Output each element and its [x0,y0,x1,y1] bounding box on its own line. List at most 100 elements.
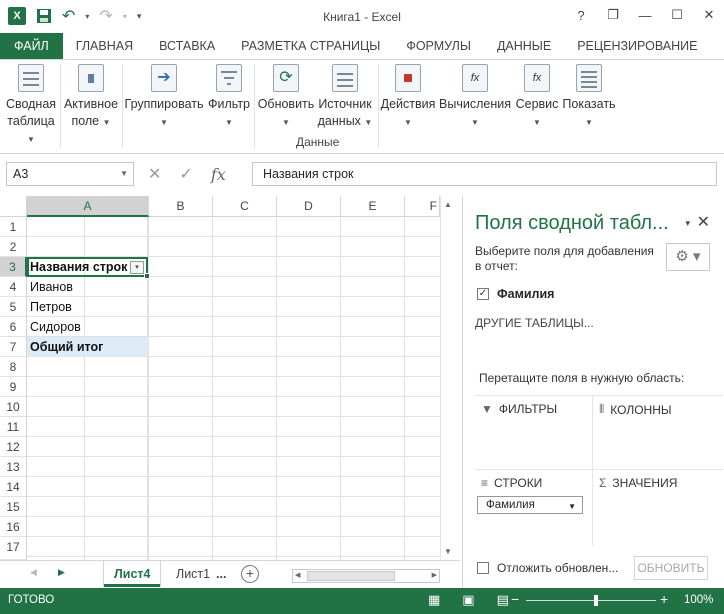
row-header[interactable]: 10 [0,397,27,417]
tab-page-layout[interactable]: РАЗМЕТКА СТРАНИЦЫ [228,33,393,59]
name-box[interactable]: A3 ▼ [6,162,134,186]
pane-menu-icon[interactable]: ▾ [685,218,690,229]
field-checkbox[interactable]: ✓ [477,288,489,300]
group-button[interactable]: ➔ Группировать ▼ [124,64,204,131]
columns-area-label: КОЛОННЫ [610,402,672,417]
page-layout-view-icon[interactable]: ▣ [462,592,474,608]
maximize-button[interactable]: ☐ [668,6,686,24]
help-icon[interactable]: ? [572,6,590,24]
service-button[interactable]: fx Сервис ▼ [514,64,560,131]
chevron-down-icon[interactable]: ▼ [568,499,576,514]
column-header-c[interactable]: C [213,196,277,217]
cell-a7[interactable]: Общий итог [27,337,148,357]
filters-area[interactable]: ▼ ФИЛЬТРЫ [481,402,557,416]
tab-insert[interactable]: ВСТАВКА [146,33,228,59]
normal-view-icon[interactable]: ▦ [428,592,440,608]
cell-a3[interactable]: Названия строк ▾ [27,257,150,279]
row-header[interactable]: 4 [0,277,27,297]
row-header[interactable]: 5 [0,297,27,317]
row-header[interactable]: 2 [0,237,27,257]
row-header[interactable]: 17 [0,537,27,560]
active-field-button[interactable]: Активное поле ▼ [63,64,119,131]
show-label: Показать [562,97,616,111]
field-settings-gear-icon[interactable]: ⚙ ▾ [666,243,710,271]
enter-icon[interactable]: ✓ [179,164,192,184]
close-button[interactable]: ✕ [700,6,718,24]
rows-area[interactable]: ≡ СТРОКИ [481,476,542,490]
zoom-out-icon[interactable]: − [511,591,519,607]
scroll-right-icon[interactable]: ▶ [432,571,437,579]
row-header[interactable]: 11 [0,417,27,437]
select-all-corner[interactable] [0,196,27,217]
tab-view-truncated[interactable]: В [710,33,724,59]
zoom-slider[interactable] [526,600,656,601]
page-break-view-icon[interactable]: ▤ [497,592,509,608]
column-header-e[interactable]: E [341,196,405,217]
row-header[interactable]: 1 [0,217,27,237]
scroll-up-icon[interactable]: ▲ [444,200,452,209]
calculations-button[interactable]: fx Вычисления ▼ [438,64,512,131]
insert-function-icon[interactable]: fx [211,165,226,184]
column-header-b[interactable]: B [149,196,213,217]
tab-formulas[interactable]: ФОРМУЛЫ [393,33,484,59]
sheet-nav-prev-icon[interactable]: ◀ [30,567,37,578]
add-sheet-icon[interactable]: + [241,565,259,583]
column-header-f[interactable]: F [405,196,440,217]
tab-file[interactable]: ФАЙЛ [0,33,63,59]
tab-home[interactable]: ГЛАВНАЯ [63,33,146,59]
tab-data[interactable]: ДАННЫЕ [484,33,564,59]
scroll-left-icon[interactable]: ◀ [295,571,300,579]
calculations-icon: fx [462,64,488,92]
refresh-button[interactable]: ⟳ Обновить ▼ [256,64,316,131]
chevron-down-icon[interactable]: ▼ [120,169,128,178]
scroll-down-icon[interactable]: ▼ [444,547,452,556]
zoom-level[interactable]: 100% [684,594,713,606]
minimize-button[interactable]: — [636,6,654,24]
more-sheets[interactable]: ... [206,561,236,587]
row-header[interactable]: 15 [0,497,27,517]
row-header[interactable]: 14 [0,477,27,497]
field-item-familiya[interactable]: ✓ Фамилия [477,287,554,301]
row-header[interactable]: 12 [0,437,27,457]
defer-update-label: Отложить обновлен... [497,561,619,575]
sheet-nav-next-icon[interactable]: ▶ [58,567,65,578]
column-header-a[interactable]: A [27,196,149,217]
row-header[interactable]: 13 [0,457,27,477]
data-source-button[interactable]: Источник данных ▼ [316,64,374,131]
row-header[interactable]: 8 [0,357,27,377]
actions-button[interactable]: Действия ▼ [380,64,436,131]
zoom-slider-knob[interactable] [594,595,598,606]
cell-a6[interactable]: Сидоров [27,317,148,337]
defer-update-option[interactable]: Отложить обновлен... [477,561,618,575]
cell-area[interactable]: Названия строк ▾ Иванов Петров Сидоров О… [27,217,440,560]
tab-review[interactable]: РЕЦЕНЗИРОВАНИЕ [564,33,710,59]
columns-area[interactable]: ⦀ КОЛОННЫ [599,402,672,417]
defer-update-checkbox[interactable] [477,562,489,574]
values-area[interactable]: Σ ЗНАЧЕНИЯ [599,476,677,490]
formula-input[interactable]: Названия строк [252,162,717,186]
cancel-icon[interactable]: ✕ [148,164,161,184]
row-header[interactable]: 7 [0,337,27,357]
vertical-scrollbar[interactable]: ▲ ▼ [440,196,457,560]
row-header[interactable]: 3 [0,257,27,277]
row-header[interactable]: 9 [0,377,27,397]
update-button[interactable]: ОБНОВИТЬ [634,556,708,580]
row-header[interactable]: 16 [0,517,27,537]
horizontal-scrollbar[interactable]: ◀ ▶ [292,569,440,583]
row-header[interactable]: 6 [0,317,27,337]
ribbon-separator [122,64,123,148]
pivot-table-button[interactable]: Сводная таблица ▼ [4,64,58,148]
column-header-d[interactable]: D [277,196,341,217]
ribbon-display-icon[interactable]: ❐ [604,6,622,24]
cell-a5[interactable]: Петров [27,297,148,317]
zoom-in-icon[interactable]: + [660,591,668,607]
horizontal-scroll-thumb[interactable] [307,571,395,581]
other-tables-link[interactable]: ДРУГИЕ ТАБЛИЦЫ... [475,316,594,330]
pane-close-icon[interactable]: ✕ [697,212,710,232]
rows-field-familiya[interactable]: Фамилия ▼ [477,496,583,514]
show-button[interactable]: Показать ▼ [562,64,616,131]
cell-a4[interactable]: Иванов [27,277,148,297]
sheet-tab-list4[interactable]: Лист4 [104,561,161,587]
filter-dropdown-icon[interactable]: ▾ [130,261,144,274]
filter-button[interactable]: Фильтр ▼ [206,64,252,131]
